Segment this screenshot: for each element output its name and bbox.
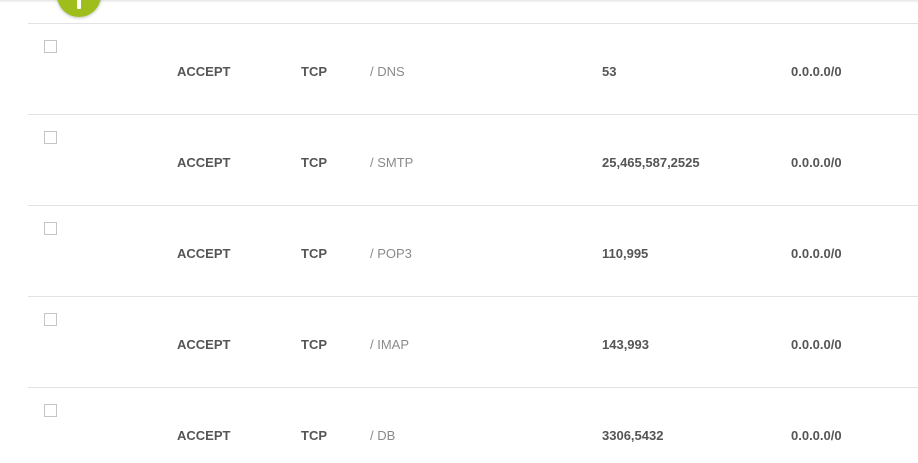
rule-protocol: TCP — [301, 155, 327, 170]
rule-protocol: TCP — [301, 428, 327, 443]
row-checkbox[interactable] — [44, 222, 57, 235]
firewall-rules-page: ACCEPT TCP / DNS 53 0.0.0.0/0 ACCEPT TCP… — [0, 0, 918, 463]
rule-action: ACCEPT — [177, 64, 231, 79]
rule-service: / DB — [370, 428, 396, 443]
rule-source: 0.0.0.0/0 — [791, 64, 842, 79]
rule-service: / DNS — [370, 64, 405, 79]
rule-source: 0.0.0.0/0 — [791, 428, 842, 443]
plus-icon — [77, 0, 81, 9]
rule-ports: 3306,5432 — [602, 428, 664, 443]
rules-table: ACCEPT TCP / DNS 53 0.0.0.0/0 ACCEPT TCP… — [28, 23, 918, 463]
rule-protocol: TCP — [301, 337, 327, 352]
rule-source: 0.0.0.0/0 — [791, 337, 842, 352]
rule-protocol: TCP — [301, 246, 327, 261]
table-row: ACCEPT TCP / SMTP 25,465,587,2525 0.0.0.… — [28, 114, 918, 205]
rule-action: ACCEPT — [177, 246, 231, 261]
rule-ports: 110,995 — [602, 246, 649, 261]
table-row: ACCEPT TCP / IMAP 143,993 0.0.0.0/0 — [28, 296, 918, 387]
row-checkbox[interactable] — [44, 404, 57, 417]
rule-service: / POP3 — [370, 246, 412, 261]
row-checkbox[interactable] — [44, 313, 57, 326]
table-row: ACCEPT TCP / DNS 53 0.0.0.0/0 — [28, 23, 918, 114]
rule-action: ACCEPT — [177, 155, 231, 170]
rule-source: 0.0.0.0/0 — [791, 155, 842, 170]
table-row: ACCEPT TCP / DB 3306,5432 0.0.0.0/0 — [28, 387, 918, 463]
header-shadow — [0, 0, 918, 3]
row-checkbox[interactable] — [44, 131, 57, 144]
rule-ports: 53 — [602, 64, 617, 79]
rule-protocol: TCP — [301, 64, 327, 79]
rule-ports: 143,993 — [602, 337, 649, 352]
rule-ports: 25,465,587,2525 — [602, 155, 700, 170]
row-checkbox[interactable] — [44, 40, 57, 53]
rule-service: / SMTP — [370, 155, 414, 170]
rule-action: ACCEPT — [177, 337, 231, 352]
table-row: ACCEPT TCP / POP3 110,995 0.0.0.0/0 — [28, 205, 918, 296]
rule-action: ACCEPT — [177, 428, 231, 443]
add-rule-button[interactable] — [57, 0, 101, 17]
rule-source: 0.0.0.0/0 — [791, 246, 842, 261]
rule-service: / IMAP — [370, 337, 410, 352]
